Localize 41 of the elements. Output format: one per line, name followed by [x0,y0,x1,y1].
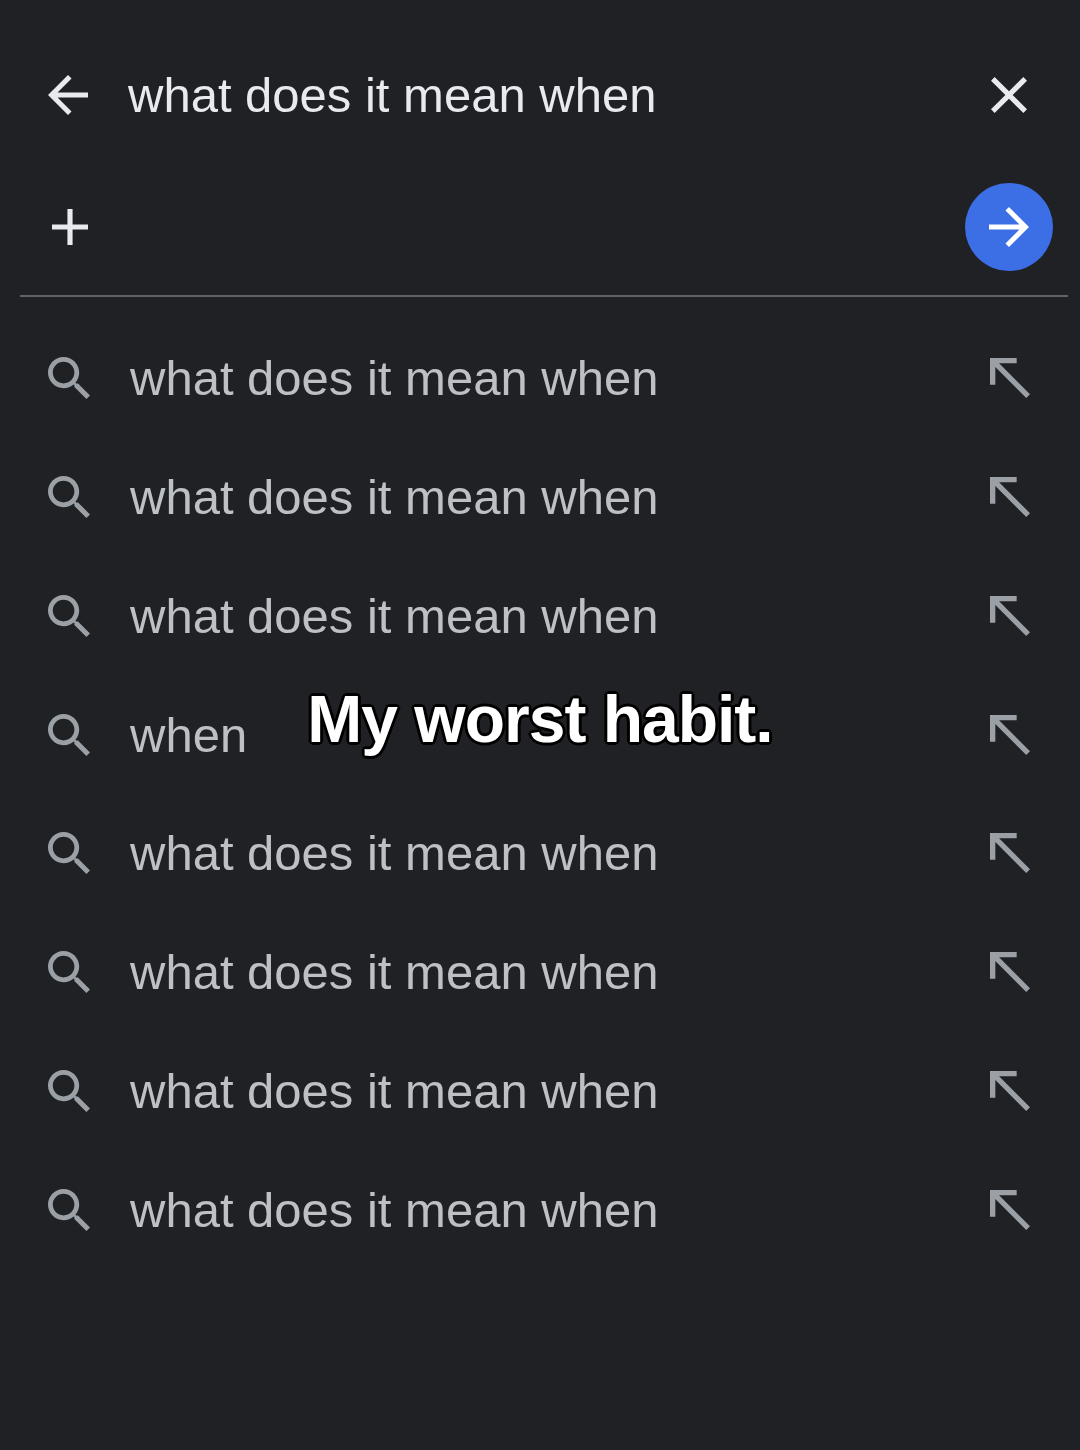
search-icon [48,951,90,994]
up-left-arrow-icon [990,1189,1030,1230]
search-icon [48,832,90,875]
suggestion-text[interactable]: what does it mean when [130,1062,659,1119]
suggestion-text[interactable]: what does it mean when [130,587,659,644]
up-left-arrow-icon [990,595,1030,636]
suggestion-text[interactable]: what does it mean when [130,469,659,526]
search-icon [48,1069,90,1112]
search-icon [48,1188,90,1231]
fill-query-button[interactable] [990,358,1030,399]
plus-icon [52,209,88,245]
fill-query-button[interactable] [990,714,1030,755]
fill-query-button[interactable] [990,1070,1030,1111]
back-button[interactable] [48,75,88,115]
up-left-arrow-icon [990,477,1030,518]
fill-query-button[interactable] [990,595,1030,636]
up-left-arrow-icon [990,714,1030,755]
up-left-arrow-icon [990,952,1030,993]
arrow-right-icon [989,207,1029,247]
suggestion-text[interactable]: when [130,706,248,763]
fill-query-button[interactable] [990,833,1030,874]
search-icon [48,713,90,756]
search-field[interactable]: what does it mean when [128,65,971,125]
suggestion-text[interactable]: what does it mean when [130,825,659,882]
video-caption: My worst habit. [307,683,773,756]
fill-query-button[interactable] [990,1189,1030,1230]
search-icon [48,476,90,519]
close-icon [991,77,1027,113]
clear-button[interactable] [991,77,1027,113]
suggestion-text[interactable]: what does it mean when [130,944,659,1001]
up-left-arrow-icon [990,358,1030,399]
search-icon [48,594,90,637]
up-left-arrow-icon [990,833,1030,874]
add-button[interactable] [52,209,88,245]
suggestion-text[interactable]: what does it mean when [130,350,659,407]
back-arrow-icon [48,75,88,115]
fill-query-button[interactable] [990,952,1030,993]
fill-query-button[interactable] [990,477,1030,518]
search-icon [48,357,90,400]
up-left-arrow-icon [990,1070,1030,1111]
suggestion-text[interactable]: what does it mean when [130,1181,659,1238]
